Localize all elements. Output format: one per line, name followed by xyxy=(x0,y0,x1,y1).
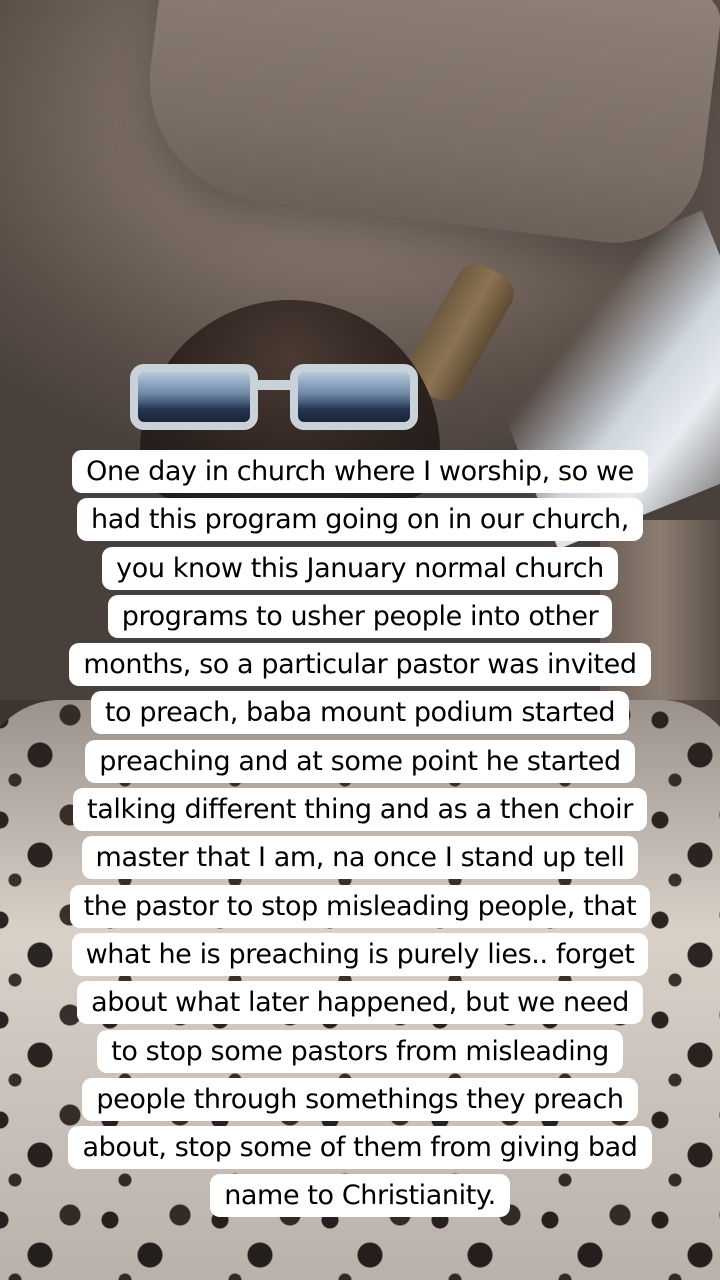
sunglasses-right-lens xyxy=(290,364,418,430)
caption-line: preaching and at some point he started xyxy=(85,739,635,783)
caption-line: about what later happened, but we need xyxy=(77,981,643,1025)
caption-line: name to Christianity. xyxy=(210,1174,510,1218)
caption-line: One day in church where I worship, so we xyxy=(72,450,648,493)
caption-line: to stop some pastors from misleading xyxy=(97,1029,623,1073)
caption-line: you know this January normal church xyxy=(102,546,618,590)
sunglasses xyxy=(130,360,430,440)
caption-line: the pastor to stop misleading people, th… xyxy=(69,884,651,928)
caption-line: had this program going on in our church, xyxy=(77,498,643,542)
caption-line: people through somethings they preach xyxy=(82,1077,638,1121)
sunglasses-bridge xyxy=(254,380,294,390)
caption-line: programs to usher people into other xyxy=(107,594,613,638)
caption-line: what he is preaching is purely lies.. fo… xyxy=(71,932,649,976)
caption-line: talking different thing and as a then ch… xyxy=(73,788,647,832)
caption-line: master that I am, na once I stand up tel… xyxy=(81,836,639,880)
caption-line: to preach, baba mount podium started xyxy=(90,691,630,735)
caption-line: months, so a particular pastor was invit… xyxy=(69,643,651,687)
sunglasses-left-lens xyxy=(130,364,258,430)
caption-line: about, stop some of them from giving bad xyxy=(68,1126,652,1170)
story-caption: One day in church where I worship, so we… xyxy=(0,448,720,1221)
